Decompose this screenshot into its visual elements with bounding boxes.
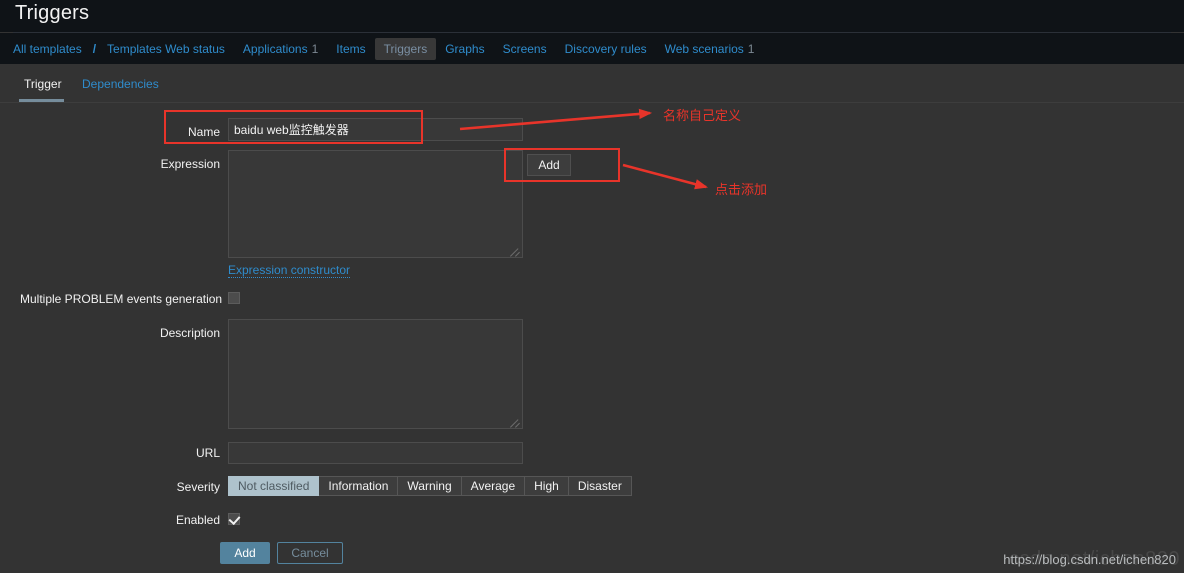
nav-item-all-templates[interactable]: All templates bbox=[13, 38, 91, 60]
annotation-text-name: 名称自己定义 bbox=[663, 109, 742, 124]
annotation-arrow-add bbox=[622, 163, 709, 190]
nav-item-graphs[interactable]: Graphs bbox=[436, 38, 493, 60]
nav-label-applications: Applications bbox=[242, 41, 308, 56]
object-navigation-bar: All templates / Templates Web status App… bbox=[0, 33, 1184, 64]
name-label: Name bbox=[187, 125, 220, 139]
nav-label-web-scenarios: Web scenarios bbox=[664, 41, 744, 56]
enabled-label: Enabled bbox=[175, 513, 220, 527]
nav-label-screens: Screens bbox=[502, 41, 547, 56]
tab-dependencies[interactable]: Dependencies bbox=[72, 72, 169, 98]
description-textarea[interactable] bbox=[228, 319, 523, 429]
expression-textarea[interactable] bbox=[228, 150, 523, 258]
watermark-url: https://blog.csdn.net/ichen820 bbox=[1003, 552, 1176, 567]
breadcrumb: All templates / Templates Web status App… bbox=[13, 33, 763, 64]
nav-label-triggers: Triggers bbox=[383, 41, 428, 56]
form-tabbar: Trigger Dependencies bbox=[0, 66, 1184, 102]
severity-option-high[interactable]: High bbox=[525, 476, 569, 496]
nav-label-graphs: Graphs bbox=[445, 41, 485, 56]
tab-trigger[interactable]: Trigger bbox=[14, 72, 72, 98]
severity-option-not-classified[interactable]: Not classified bbox=[228, 476, 320, 496]
page-title: Triggers bbox=[15, 2, 90, 24]
submit-add-button[interactable]: Add bbox=[220, 542, 270, 564]
expression-label: Expression bbox=[160, 157, 220, 171]
annotation-text-add: 点击添加 bbox=[715, 183, 768, 198]
nav-item-screens[interactable]: Screens bbox=[494, 38, 556, 60]
severity-option-average[interactable]: Average bbox=[461, 476, 526, 496]
expression-add-button[interactable]: Add bbox=[527, 154, 571, 176]
severity-label: Severity bbox=[176, 480, 220, 494]
expression-constructor-link[interactable]: Expression constructor bbox=[228, 263, 351, 278]
breadcrumb-separator: / bbox=[92, 41, 97, 56]
nav-item-triggers[interactable]: Triggers bbox=[374, 37, 437, 60]
severity-button-group: Not classified Information Warning Avera… bbox=[228, 476, 632, 496]
multiple-problem-events-label: Multiple PROBLEM events generation bbox=[20, 292, 223, 306]
nav-label-discovery-rules: Discovery rules bbox=[564, 41, 647, 56]
severity-option-information[interactable]: Information bbox=[319, 476, 399, 496]
nav-label-templates-web-status: Templates Web status bbox=[107, 41, 225, 56]
severity-option-disaster[interactable]: Disaster bbox=[568, 476, 632, 496]
tabbar-divider bbox=[0, 102, 1184, 103]
url-input[interactable] bbox=[228, 442, 523, 464]
description-label: Description bbox=[159, 326, 220, 340]
severity-option-warning[interactable]: Warning bbox=[398, 476, 462, 496]
name-input[interactable] bbox=[228, 118, 523, 141]
cancel-button[interactable]: Cancel bbox=[277, 542, 343, 564]
multiple-problem-events-checkbox[interactable] bbox=[228, 292, 240, 304]
page-header: Triggers bbox=[0, 0, 1184, 32]
zabbix-trigger-form-page: Triggers All templates / Templates Web s… bbox=[0, 0, 1184, 573]
nav-item-discovery-rules[interactable]: Discovery rules bbox=[556, 38, 656, 60]
nav-item-applications[interactable]: Applications 1 bbox=[234, 38, 327, 60]
nav-count-applications: 1 bbox=[311, 41, 319, 56]
enabled-checkbox[interactable] bbox=[228, 513, 240, 525]
nav-item-web-scenarios[interactable]: Web scenarios 1 bbox=[656, 38, 764, 60]
watermark-ghost: csdn.net/ichen820 bbox=[1009, 548, 1180, 570]
nav-item-templates-web-status[interactable]: Templates Web status bbox=[98, 38, 234, 60]
nav-label-all-templates: All templates bbox=[13, 41, 82, 56]
nav-label-items: Items bbox=[336, 41, 366, 56]
url-label: URL bbox=[195, 446, 220, 460]
nav-item-items[interactable]: Items bbox=[327, 38, 374, 60]
nav-count-web-scenarios: 1 bbox=[747, 41, 755, 56]
